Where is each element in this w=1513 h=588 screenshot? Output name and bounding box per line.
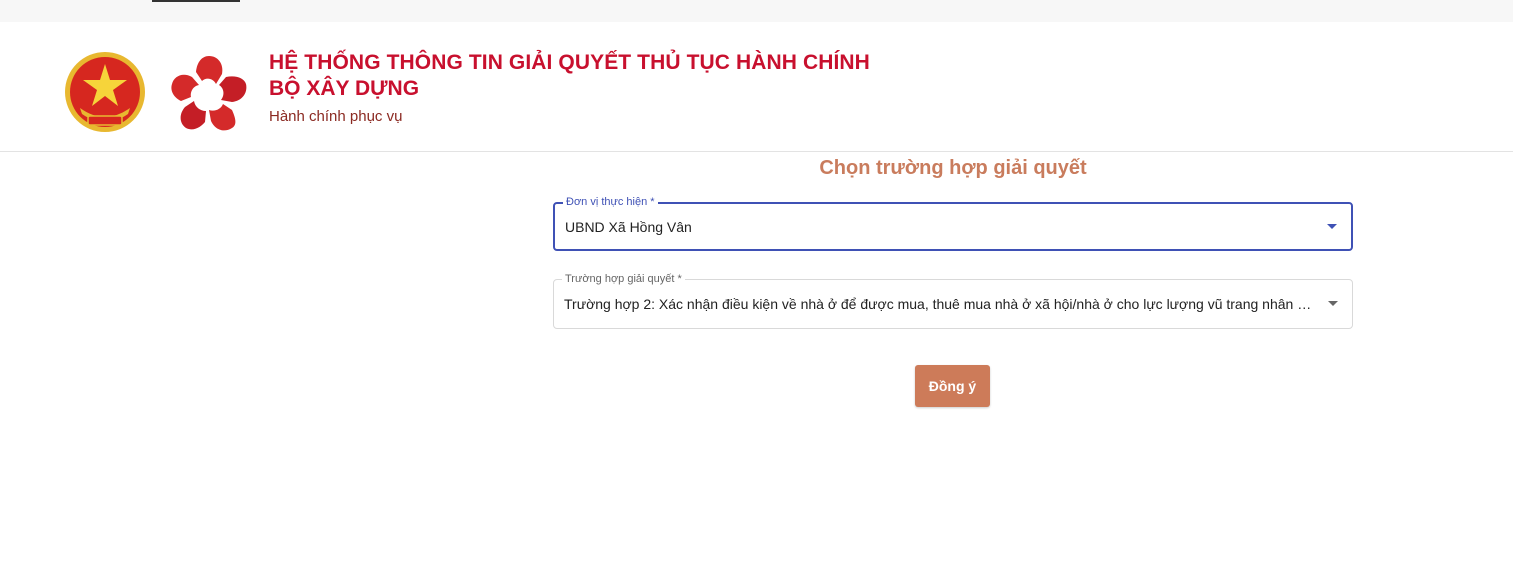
- site-header: HỆ THỐNG THÔNG TIN GIẢI QUYẾT THỦ TỤC HÀ…: [0, 22, 1513, 152]
- page-title: Chọn trường hợp giải quyết: [819, 157, 1087, 179]
- unit-select-value: UBND Xã Hồng Vân: [565, 204, 1315, 249]
- public-service-star-logo-icon[interactable]: [166, 50, 252, 136]
- ministry-title: BỘ XÂY DỰNG: [269, 77, 420, 100]
- header-titles: HỆ THỐNG THÔNG TIN GIẢI QUYẾT THỦ TỤC HÀ…: [269, 50, 870, 126]
- active-tab-indicator: [152, 0, 240, 2]
- dropdown-arrow-icon[interactable]: [1328, 301, 1338, 306]
- dropdown-arrow-icon[interactable]: [1327, 223, 1337, 229]
- case-select[interactable]: Trường hợp giải quyết * Trường hợp 2: Xá…: [553, 272, 1353, 329]
- case-select-value: Trường hợp 2: Xác nhận điều kiện về nhà …: [564, 280, 1316, 328]
- vietnam-national-emblem-icon[interactable]: [62, 50, 148, 136]
- slogan: Hành chính phục vụ: [269, 108, 403, 125]
- unit-select[interactable]: Đơn vị thực hiện * UBND Xã Hồng Vân: [553, 195, 1353, 251]
- agree-button[interactable]: Đồng ý: [915, 365, 990, 407]
- top-strip: [0, 0, 1513, 22]
- unit-select-value-text: UBND Xã Hồng Vân: [565, 218, 692, 235]
- case-select-value-text: Trường hợp 2: Xác nhận điều kiện về nhà …: [564, 296, 1316, 312]
- system-title: HỆ THỐNG THÔNG TIN GIẢI QUYẾT THỦ TỤC HÀ…: [269, 51, 870, 74]
